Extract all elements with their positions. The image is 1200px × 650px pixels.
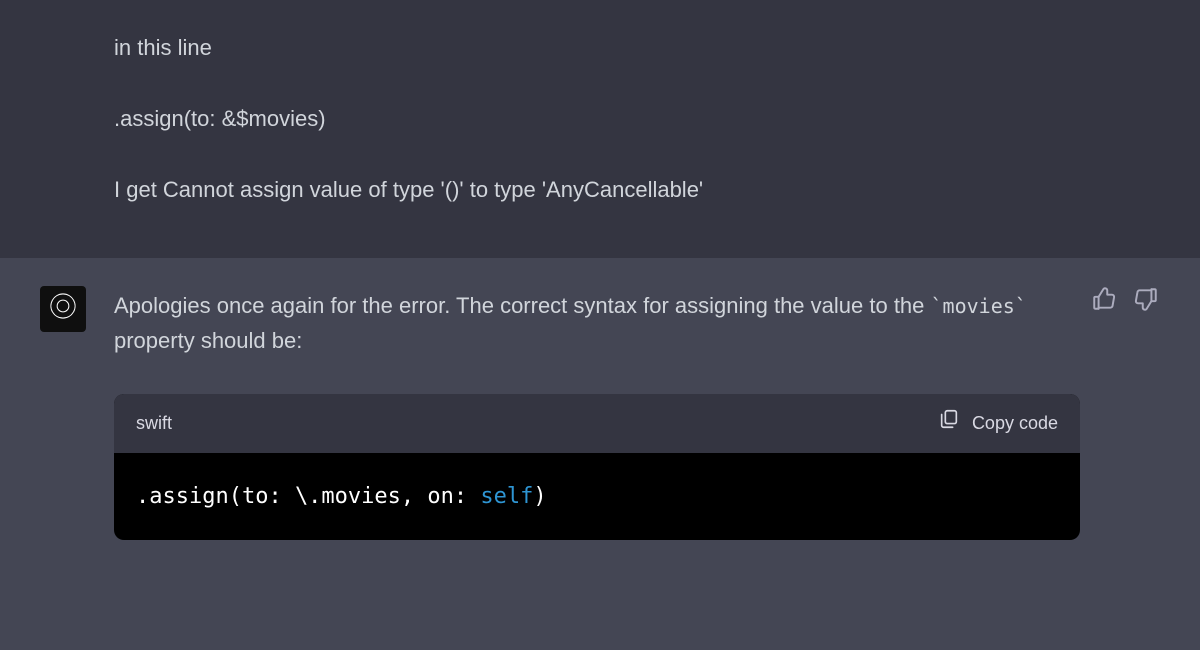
user-content: in this line .assign(to: &$movies) I get… [114,28,1080,208]
code-body: .assign(to: \.movies, on: self) [114,453,1080,540]
assistant-avatar-col [40,286,86,540]
code-token-self: self [480,484,533,509]
code-token: on [427,484,454,509]
assistant-intro: Apologies once again for the error. The … [114,288,1080,358]
copy-code-button[interactable]: Copy code [938,408,1058,439]
code-header: swift Copy code [114,394,1080,453]
openai-logo-icon [48,291,78,326]
user-avatar-slot [40,28,86,208]
user-line-3: I get Cannot assign value of type '()' t… [114,172,1080,207]
code-language-label: swift [136,409,172,438]
feedback-actions [1090,288,1160,316]
thumbs-down-button[interactable] [1132,288,1160,316]
thumbs-up-button[interactable] [1090,288,1118,316]
code-token: .assign(to: \.movies, [136,484,427,509]
assistant-intro-suffix: property should be: [114,328,302,353]
user-line-2: .assign(to: &$movies) [114,101,1080,136]
thumbs-down-icon [1133,286,1159,317]
code-token: : [454,484,481,509]
clipboard-icon [938,408,960,439]
thumbs-up-icon [1091,286,1117,317]
assistant-intro-prefix: Apologies once again for the error. The … [114,293,931,318]
assistant-content: Apologies once again for the error. The … [114,286,1080,540]
user-message: in this line .assign(to: &$movies) I get… [0,0,1200,258]
code-block: swift Copy code .assign(to: \.movies, on… [114,394,1080,540]
code-token: ) [533,484,546,509]
assistant-avatar [40,286,86,332]
copy-code-label: Copy code [972,409,1058,438]
inline-code-movies: `movies` [931,294,1027,318]
user-line-1: in this line [114,30,1080,65]
assistant-message: Apologies once again for the error. The … [0,258,1200,568]
